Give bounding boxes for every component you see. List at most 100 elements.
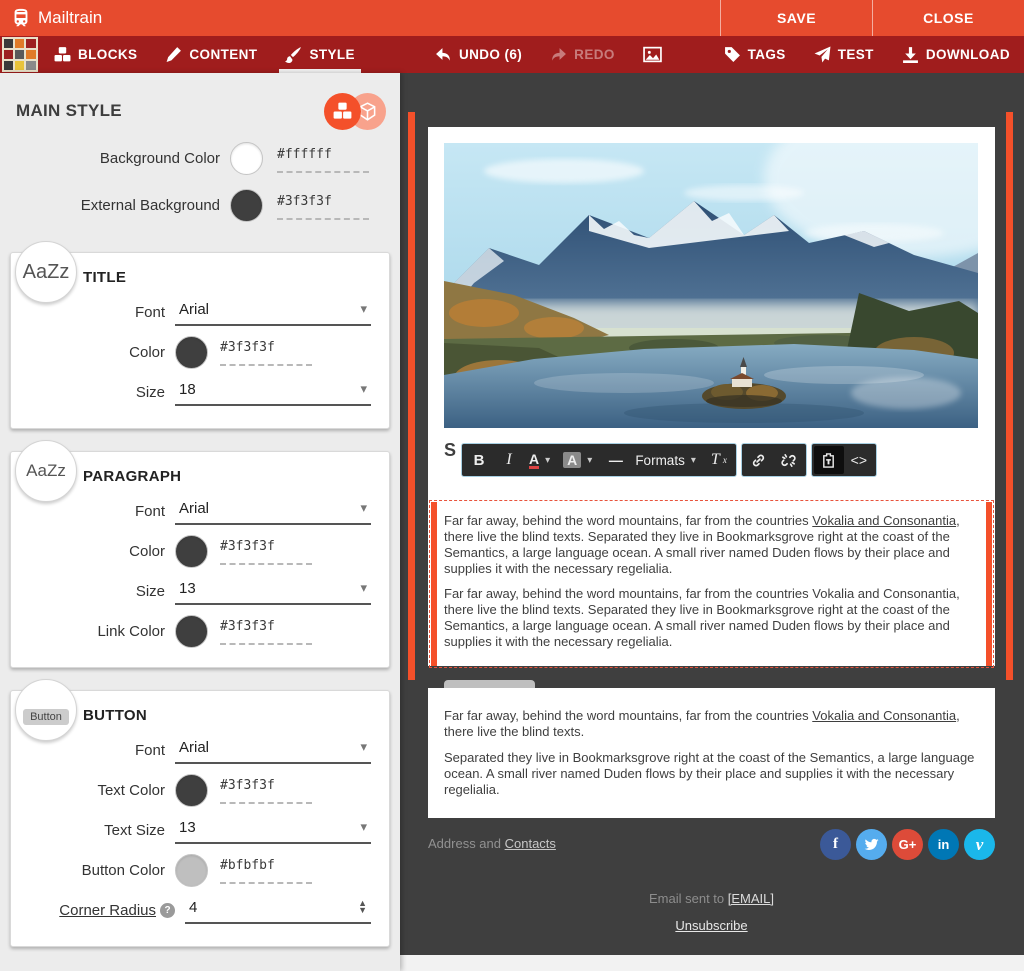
tab-content[interactable]: CONTENT	[151, 36, 271, 73]
clear-formatting-button[interactable]: Tx	[704, 446, 734, 474]
email-footer: Address and Contacts f G+ in v	[428, 829, 995, 860]
test-label: TEST	[838, 47, 874, 62]
save-button[interactable]: SAVE	[720, 0, 872, 36]
title-color-value[interactable]: #3f3f3f	[220, 340, 275, 355]
brand-title: Mailtrain	[38, 8, 102, 28]
app-brand: Mailtrain	[0, 0, 720, 36]
editable-text-block[interactable]: Far far away, behind the word mountains,…	[429, 500, 994, 668]
button-card-heading: BUTTON	[83, 707, 371, 724]
button-style-card: Button BUTTON Font Arial ▾ Text Color #3…	[10, 690, 390, 947]
social-icons: f G+ in v	[820, 829, 995, 860]
chevron-down-icon: ▾	[360, 301, 369, 317]
button-color-value[interactable]: #bfbfbf	[220, 858, 275, 873]
tab-content-label: CONTENT	[189, 47, 257, 62]
twitter-icon[interactable]	[856, 829, 887, 860]
email-main-block[interactable]: S B I A▾ A▾ — Formats ▾ Tx	[428, 127, 995, 666]
title-color-label: Color	[75, 344, 175, 361]
paragraph-badge: AaZz	[15, 440, 77, 502]
paragraph-link-color-label: Link Color	[75, 623, 175, 640]
download-button[interactable]: DOWNLOAD	[888, 36, 1024, 73]
paragraph-color-value[interactable]: #3f3f3f	[220, 539, 275, 554]
mosaico-logo	[0, 36, 40, 73]
title-color-swatch[interactable]	[175, 336, 208, 369]
button-font-select[interactable]: Arial ▾	[175, 737, 371, 764]
source-code-button[interactable]: <>	[844, 446, 874, 474]
block-selection-bar-left	[408, 112, 415, 680]
paste-as-text-button[interactable]	[814, 446, 844, 474]
block-selection-bar-right	[1006, 112, 1013, 680]
external-background-value[interactable]: #3f3f3f	[277, 194, 332, 209]
background-color-button[interactable]: A	[563, 452, 581, 468]
chevron-down-icon: ▾	[360, 580, 369, 596]
corner-radius-label[interactable]: Corner Radius	[59, 902, 156, 919]
corner-radius-input[interactable]: 4 ▲▼	[185, 897, 371, 924]
undo-label: UNDO (6)	[459, 47, 522, 62]
paragraph-font-select[interactable]: Arial ▾	[175, 498, 371, 525]
vimeo-icon[interactable]: v	[964, 829, 995, 860]
paragraph-color-swatch[interactable]	[175, 535, 208, 568]
hero-image[interactable]	[444, 143, 978, 428]
preview-paragraph-1: Far far away, behind the word mountains,…	[444, 513, 977, 577]
tab-style-label: STYLE	[309, 47, 355, 62]
link-icon	[751, 453, 766, 468]
unlink-button[interactable]	[774, 446, 804, 474]
test-button[interactable]: TEST	[800, 36, 888, 73]
page-background	[400, 955, 1024, 971]
email-text-block-2[interactable]: Far far away, behind the word mountains,…	[428, 688, 995, 818]
formats-dropdown[interactable]: Formats ▾	[630, 446, 704, 474]
title-font-label: Font	[75, 304, 175, 321]
unsubscribe-link[interactable]: Unsubscribe	[675, 918, 747, 933]
horizontal-rule-button[interactable]: —	[600, 446, 630, 474]
redo-label: REDO	[574, 47, 615, 62]
redo-icon	[550, 46, 567, 63]
undo-button[interactable]: UNDO (6)	[421, 36, 536, 73]
tab-blocks[interactable]: BLOCKS	[40, 36, 151, 73]
background-color-swatch[interactable]	[230, 142, 263, 175]
vokalia-link-2[interactable]: Vokalia and Consonantia	[812, 708, 956, 723]
facebook-icon[interactable]: f	[820, 829, 851, 860]
google-plus-icon[interactable]: G+	[892, 829, 923, 860]
spinner-arrows[interactable]: ▲▼	[358, 900, 369, 914]
contacts-link[interactable]: Contacts	[505, 836, 556, 851]
pencil-icon	[165, 46, 182, 63]
button-text-color-swatch[interactable]	[175, 774, 208, 807]
title-font-select[interactable]: Arial ▾	[175, 299, 371, 326]
italic-button[interactable]: I	[494, 446, 524, 474]
button-color-swatch[interactable]	[175, 854, 208, 887]
link-button[interactable]	[744, 446, 774, 474]
bold-button[interactable]: B	[464, 446, 494, 474]
gallery-button[interactable]	[629, 36, 676, 73]
vokalia-link[interactable]: Vokalia and Consonantia	[812, 513, 956, 528]
clipboard-icon	[821, 453, 836, 468]
button-text-color-value[interactable]: #3f3f3f	[220, 778, 275, 793]
tags-button[interactable]: TAGS	[710, 36, 800, 73]
button-font-label: Font	[75, 742, 175, 759]
title-size-select[interactable]: 18 ▾	[175, 379, 371, 406]
paragraph-link-color-swatch[interactable]	[175, 615, 208, 648]
download-icon	[902, 46, 919, 63]
external-background-swatch[interactable]	[230, 189, 263, 222]
text-color-caret[interactable]: ▾	[542, 455, 553, 466]
paragraph-color-label: Color	[75, 543, 175, 560]
help-icon[interactable]: ?	[160, 903, 175, 918]
tab-blocks-label: BLOCKS	[78, 47, 137, 62]
formats-caret: ▾	[688, 455, 699, 466]
text-color-button[interactable]: A	[529, 452, 539, 469]
background-color-row: Background Color #ffffff	[16, 142, 384, 175]
paragraph-link-color-value[interactable]: #3f3f3f	[220, 619, 275, 634]
rich-text-toolbar: B I A▾ A▾ — Formats ▾ Tx	[461, 443, 877, 477]
style-panel: MAIN STYLE Background Color #ffffff Exte…	[0, 73, 400, 971]
editor-toolbar: BLOCKS CONTENT STYLE UNDO (6) REDO T	[0, 36, 1024, 73]
button-text-size-select[interactable]: 13 ▾	[175, 817, 371, 844]
close-button[interactable]: CLOSE	[872, 0, 1024, 36]
background-color-caret[interactable]: ▾	[584, 455, 595, 466]
email-token-link[interactable]: [EMAIL]	[728, 891, 774, 906]
background-color-value[interactable]: #ffffff	[277, 147, 332, 162]
linkedin-icon[interactable]: in	[928, 829, 959, 860]
download-label: DOWNLOAD	[926, 47, 1010, 62]
styles-mode-blocks-toggle[interactable]	[324, 93, 361, 130]
paragraph-size-select[interactable]: 13 ▾	[175, 578, 371, 605]
paragraph-font-label: Font	[75, 503, 175, 520]
tab-style[interactable]: STYLE	[271, 36, 369, 73]
redo-button[interactable]: REDO	[536, 36, 629, 73]
